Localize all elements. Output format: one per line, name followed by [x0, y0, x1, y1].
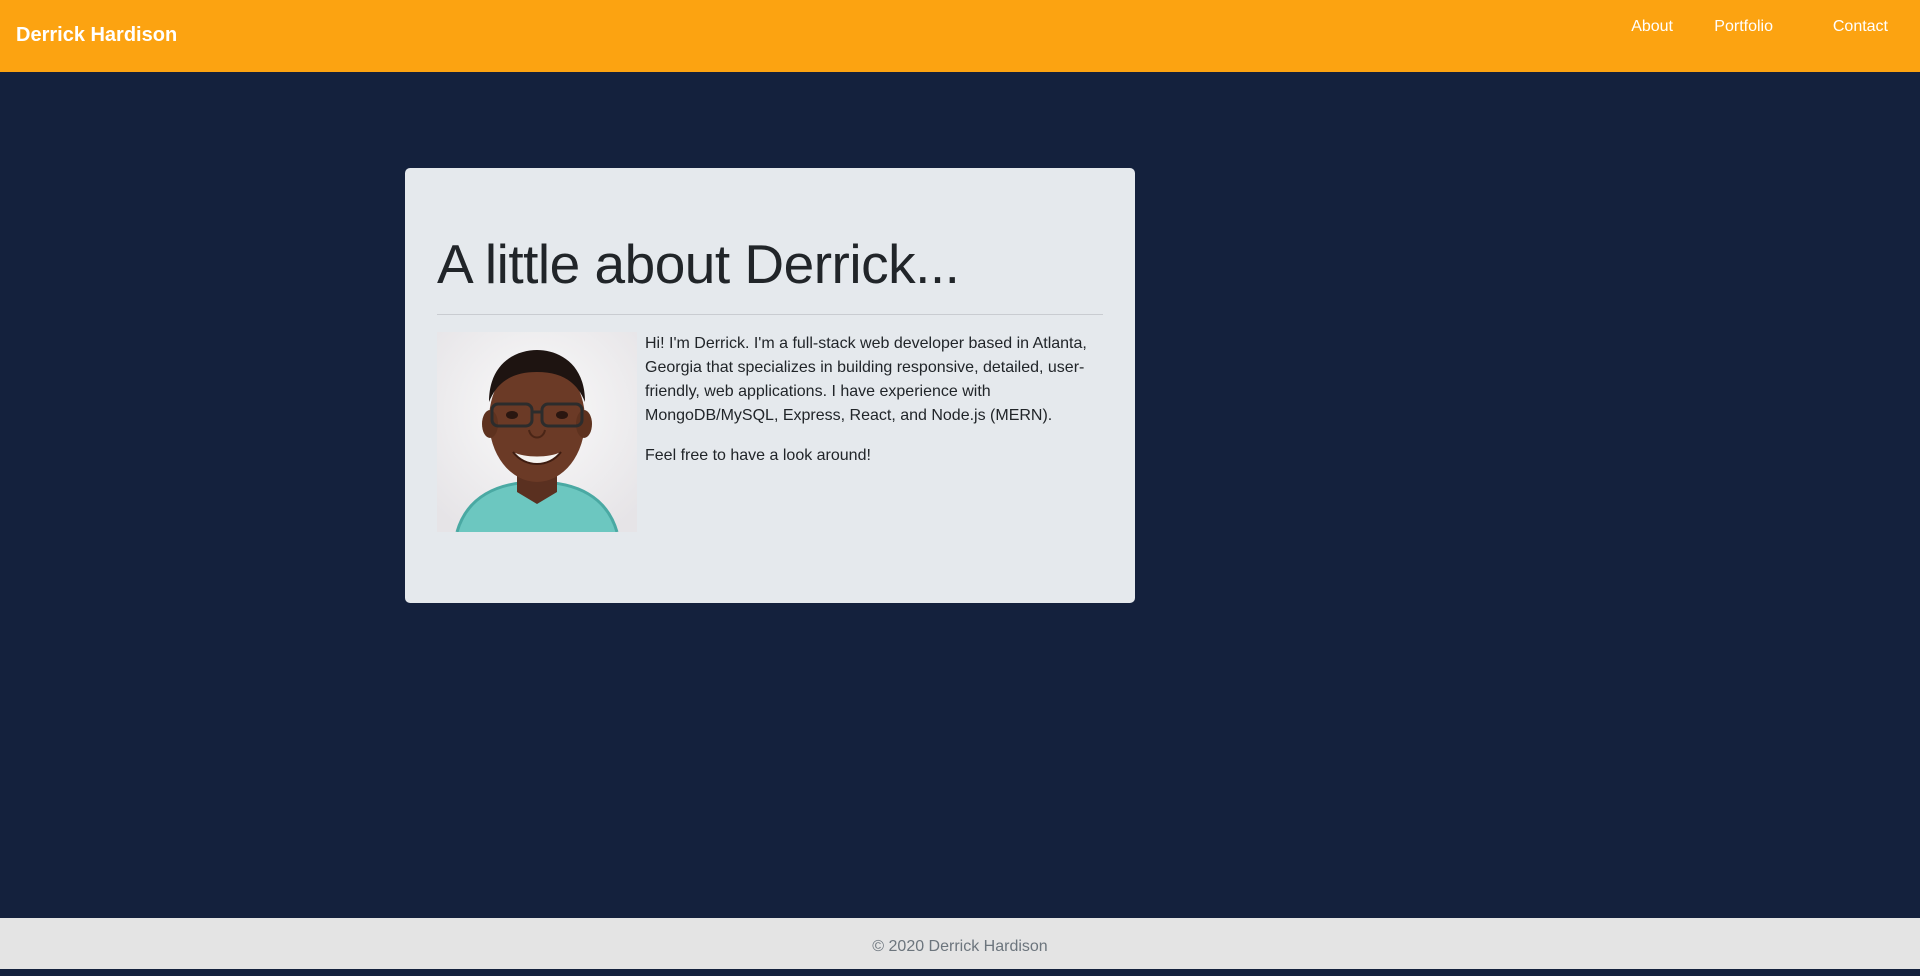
- profile-photo: [437, 332, 637, 532]
- about-card: A little about Derrick... Hi! I'm Derric…: [405, 168, 1135, 603]
- nav-link-contact[interactable]: Contact: [1833, 18, 1888, 36]
- brand-link[interactable]: Derrick Hardison: [16, 24, 177, 47]
- footer: © 2020 Derrick Hardison: [0, 918, 1920, 969]
- nav-link-about[interactable]: About: [1631, 18, 1673, 36]
- bio-paragraph: Feel free to have a look around!: [645, 447, 871, 464]
- copyright-text: © 2020 Derrick Hardison: [872, 938, 1048, 955]
- bio-text: Hi! I'm Derrick. I'm a full-stack web de…: [645, 332, 1105, 484]
- nav-link-portfolio[interactable]: Portfolio: [1714, 18, 1773, 36]
- about-heading: A little about Derrick...: [437, 233, 960, 295]
- navbar: Derrick Hardison About Portfolio Contact: [0, 0, 1920, 72]
- heading-divider: [437, 314, 1103, 315]
- bio-paragraph: Hi! I'm Derrick. I'm a full-stack web de…: [645, 335, 1087, 424]
